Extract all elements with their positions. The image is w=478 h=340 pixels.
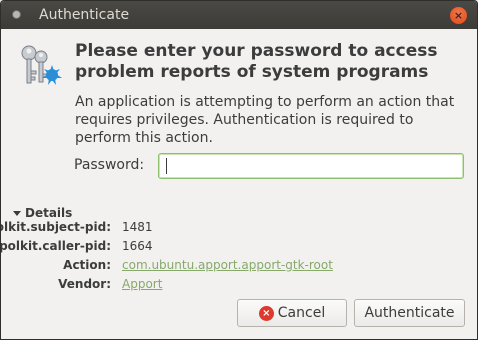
cancel-icon: × — [258, 305, 274, 321]
dialog-description: An application is attempting to perform … — [75, 94, 455, 146]
text-cursor — [166, 158, 167, 174]
expander-arrow-icon — [13, 210, 21, 216]
vendor-link[interactable]: Apport — [122, 277, 162, 291]
detail-row-caller-pid: polkit.caller-pid: 1664 — [0, 239, 477, 257]
detail-value: 1664 — [122, 239, 153, 253]
detail-row-subject-pid: polkit.subject-pid: 1481 — [1, 220, 477, 238]
password-input[interactable] — [158, 153, 464, 179]
details-expander[interactable]: Details — [13, 206, 72, 220]
window-menu-icon[interactable] — [12, 10, 21, 19]
detail-key: polkit.subject-pid: — [1, 220, 111, 234]
authenticate-button[interactable]: Authenticate — [354, 299, 465, 327]
detail-row-vendor: Vendor: Apport — [1, 277, 477, 295]
detail-row-action: Action: com.ubuntu.apport.apport-gtk-roo… — [1, 258, 477, 276]
password-label: Password: — [74, 157, 145, 173]
detail-key: Action: — [63, 258, 111, 272]
detail-value: 1481 — [122, 220, 153, 234]
cancel-label: Cancel — [277, 305, 326, 321]
details-label: Details — [25, 206, 73, 220]
detail-key: polkit.caller-pid: — [0, 239, 111, 253]
close-button[interactable]: × — [450, 7, 467, 24]
authenticate-dialog: Authenticate × Please enter your passwor… — [0, 0, 478, 340]
keys-icon — [21, 45, 62, 85]
window-title: Authenticate — [39, 7, 130, 23]
titlebar[interactable]: Authenticate × — [1, 1, 477, 29]
action-link[interactable]: com.ubuntu.apport.apport-gtk-root — [122, 258, 333, 272]
detail-key: Vendor: — [58, 277, 111, 291]
cancel-button[interactable]: × Cancel — [237, 299, 347, 327]
authenticate-label: Authenticate — [364, 305, 455, 321]
dialog-heading: Please enter your password to access pro… — [75, 41, 438, 82]
